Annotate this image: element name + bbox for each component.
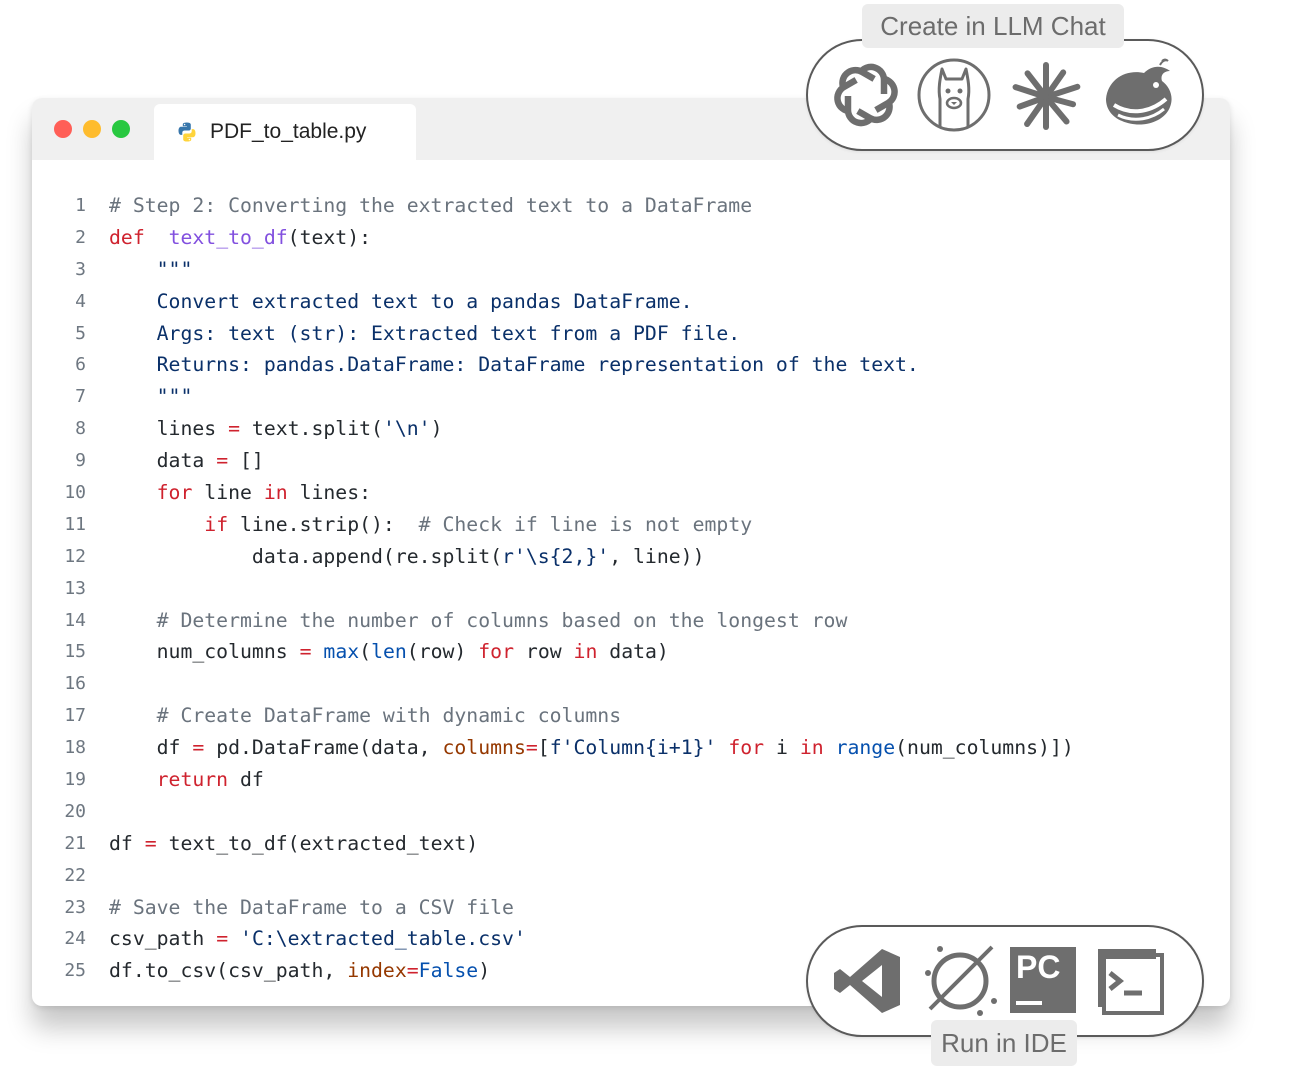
code-line: 15 num_columns = max(len(row) for row in… bbox=[32, 636, 1230, 668]
line-number: 25 bbox=[64, 960, 86, 982]
pycharm-icon-text: PC bbox=[1016, 949, 1061, 985]
tab-filename: PDF_to_table.py bbox=[210, 120, 367, 143]
line-number: 1 bbox=[75, 195, 86, 216]
code-text: df.to_csv(csv_path, index=False) bbox=[109, 959, 491, 983]
code-text: for line in lines: bbox=[156, 481, 372, 505]
code-text: data.append(re.split(r'\s{2,}', line)) bbox=[109, 544, 705, 568]
llama-icon[interactable] bbox=[916, 57, 992, 133]
code-line: 8 lines = text.split('\n') bbox=[32, 413, 1230, 445]
code-area[interactable]: 1 # Step 2: Converting the extracted text… bbox=[32, 190, 1230, 987]
code-text: csv_path = 'C:\extracted_table.csv' bbox=[109, 927, 526, 951]
vscode-icon[interactable] bbox=[832, 945, 904, 1017]
pycharm-icon[interactable]: PC bbox=[1010, 947, 1076, 1013]
line-number: 10 bbox=[64, 482, 86, 504]
line-number: 11 bbox=[64, 513, 86, 535]
line-number: 2 bbox=[75, 226, 86, 248]
line-number: 24 bbox=[64, 928, 86, 950]
code-line: 23 # Save the DataFrame to a CSV file bbox=[32, 892, 1230, 924]
code-text: Returns: pandas.DataFrame: DataFrame rep… bbox=[156, 353, 919, 377]
terminal-icon[interactable] bbox=[1094, 945, 1166, 1017]
code-text: """ bbox=[156, 385, 193, 409]
code-text: return df bbox=[156, 768, 264, 792]
line-number: 6 bbox=[75, 354, 86, 376]
llm-chat-label: Create in LLM Chat bbox=[862, 4, 1124, 48]
line-number: 21 bbox=[64, 832, 86, 854]
line-number: 18 bbox=[64, 737, 86, 759]
line-number: 23 bbox=[64, 896, 86, 918]
line-number: 3 bbox=[75, 258, 86, 280]
code-line: 19 return df bbox=[32, 764, 1230, 796]
code-text: def text_to_df(text): bbox=[109, 225, 372, 249]
code-text: # Step 2: Converting the extracted text … bbox=[109, 194, 753, 217]
code-text: """ bbox=[156, 257, 193, 281]
code-line: 13 bbox=[32, 573, 1230, 605]
code-text: df = text_to_df(extracted_text) bbox=[109, 831, 479, 855]
minimize-window-button[interactable] bbox=[83, 120, 101, 138]
file-tab[interactable]: PDF_to_table.py bbox=[154, 104, 416, 160]
code-line: 22 bbox=[32, 860, 1230, 892]
code-line: 2 def text_to_df(text): bbox=[32, 222, 1230, 254]
line-number: 7 bbox=[75, 386, 86, 408]
line-number: 16 bbox=[64, 673, 86, 695]
code-line: 20 bbox=[32, 796, 1230, 828]
code-text: data = [] bbox=[109, 449, 264, 473]
code-line: 3 """ bbox=[32, 254, 1230, 286]
code-text: if line.strip(): # Check if line is not … bbox=[204, 512, 753, 536]
code-text: num_columns = max(len(row) for row in da… bbox=[109, 640, 669, 664]
line-number: 19 bbox=[64, 769, 86, 791]
code-line: 7 """ bbox=[32, 381, 1230, 413]
line-number: 8 bbox=[75, 418, 86, 440]
claude-icon[interactable] bbox=[1008, 59, 1084, 135]
line-number: 5 bbox=[75, 322, 86, 344]
code-line: 16 bbox=[32, 668, 1230, 700]
line-number: 17 bbox=[64, 705, 86, 727]
line-number: 4 bbox=[75, 290, 86, 312]
code-line: 17 # Create DataFrame with dynamic colum… bbox=[32, 700, 1230, 732]
deepseek-icon[interactable] bbox=[1100, 55, 1180, 135]
line-number: 15 bbox=[64, 641, 86, 663]
llm-chat-panel bbox=[806, 39, 1204, 151]
zoom-window-button[interactable] bbox=[112, 120, 130, 138]
code-line: 18 df = pd.DataFrame(data, columns=[f'Co… bbox=[32, 732, 1230, 764]
line-number: 13 bbox=[64, 577, 86, 599]
code-text: lines = text.split('\n') bbox=[109, 417, 443, 441]
code-text: Convert extracted text to a pandas DataF… bbox=[156, 289, 693, 313]
line-number: 20 bbox=[64, 800, 86, 822]
line-number: 22 bbox=[64, 864, 86, 886]
code-line: 5 Args: text (str): Extracted text from … bbox=[32, 318, 1230, 350]
python-icon bbox=[176, 121, 198, 143]
code-line: 14 # Determine the number of columns bas… bbox=[32, 605, 1230, 637]
code-text: # Create DataFrame with dynamic columns bbox=[156, 704, 622, 728]
code-text: df = pd.DataFrame(data, columns=[f'Colum… bbox=[109, 736, 1074, 760]
code-line: 6 Returns: pandas.DataFrame: DataFrame r… bbox=[32, 349, 1230, 381]
code-line: 10 for line in lines: bbox=[32, 477, 1230, 509]
line-number: 9 bbox=[75, 450, 86, 472]
code-line: 21 df = text_to_df(extracted_text) bbox=[32, 828, 1230, 860]
code-line: 11 if line.strip(): # Check if line is n… bbox=[32, 509, 1230, 541]
chatgpt-icon[interactable] bbox=[830, 59, 902, 131]
code-line: 1 # Step 2: Converting the extracted text… bbox=[32, 190, 1230, 222]
code-text: Args: text (str): Extracted text from a … bbox=[156, 321, 741, 345]
eclipse-icon[interactable] bbox=[920, 939, 1002, 1021]
code-editor-window: PDF_to_table.py 1 # Step 2: Converting th… bbox=[32, 98, 1230, 1006]
line-number: 14 bbox=[64, 609, 86, 631]
line-number: 12 bbox=[64, 545, 86, 567]
code-line: 12 data.append(re.split(r'\s{2,}', line)… bbox=[32, 541, 1230, 573]
code-line: 9 data = [] bbox=[32, 445, 1230, 477]
code-text: # Determine the number of columns based … bbox=[156, 608, 848, 632]
ide-label: Run in IDE bbox=[931, 1020, 1077, 1066]
code-line: 4 Convert extracted text to a pandas Dat… bbox=[32, 286, 1230, 318]
close-window-button[interactable] bbox=[54, 120, 72, 138]
code-text: # Save the DataFrame to a CSV file bbox=[109, 895, 514, 919]
